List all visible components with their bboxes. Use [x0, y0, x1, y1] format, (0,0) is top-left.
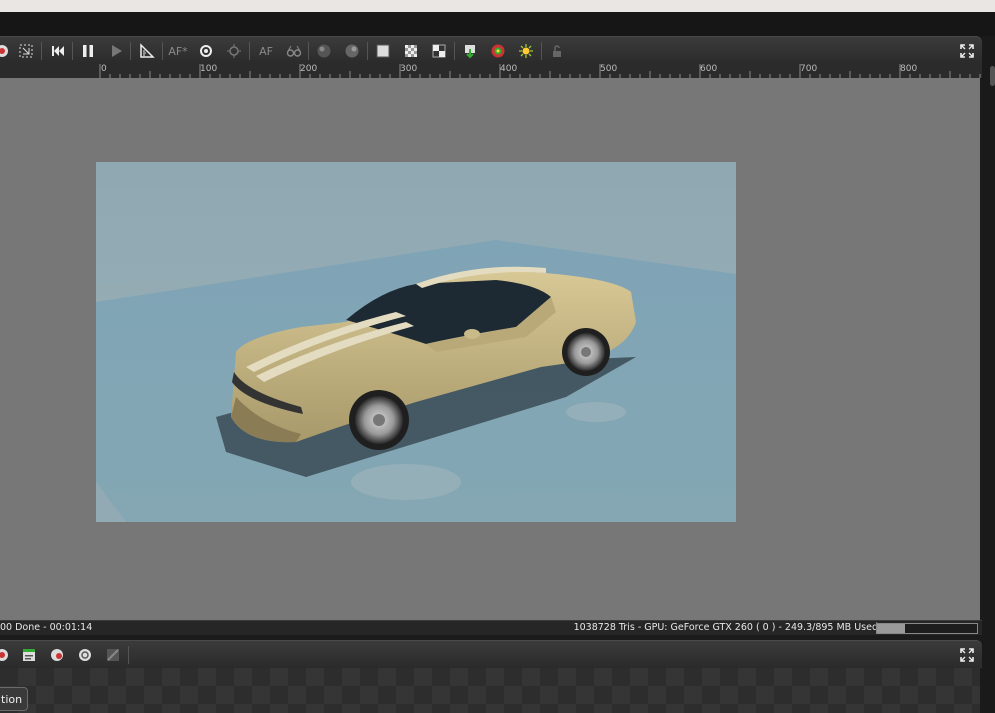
- horizontal-ruler: 0 100 200 300 400 500 600 700 800: [0, 64, 982, 79]
- ruler-label: 300: [400, 64, 418, 74]
- sun-icon[interactable]: [516, 41, 536, 61]
- viewer-toolbar: AF* AF: [0, 36, 982, 66]
- ruler-label: 400: [500, 64, 518, 74]
- pause-icon[interactable]: [78, 41, 98, 61]
- ruler-label: 700: [800, 64, 818, 74]
- right-panel-edge: [982, 36, 995, 713]
- af-star-toggle[interactable]: AF*: [168, 41, 188, 61]
- af-star-label: AF*: [168, 44, 188, 58]
- af-toggle[interactable]: AF: [256, 41, 276, 61]
- lower-toolbar: [0, 640, 982, 670]
- node-editor-area[interactable]: [0, 668, 980, 713]
- sphere-dark-icon[interactable]: [314, 41, 334, 61]
- scrollbar-thumb[interactable]: [990, 66, 995, 86]
- render-progress-text: 00 Done - 00:01:14: [0, 622, 93, 633]
- alpha-icon[interactable]: [429, 41, 449, 61]
- render-icon[interactable]: [0, 645, 12, 665]
- memory-usage-bar: [876, 623, 978, 634]
- ruler-label: 0: [101, 64, 107, 74]
- ruler-label: 100: [200, 64, 218, 74]
- maximize-icon[interactable]: [957, 645, 977, 665]
- refresh-icon[interactable]: [196, 41, 216, 61]
- ruler-label: 500: [600, 64, 618, 74]
- region-select-icon[interactable]: [16, 41, 36, 61]
- checker-icon[interactable]: [401, 41, 421, 61]
- af-label: AF: [259, 44, 273, 58]
- material-disabled-icon[interactable]: [103, 645, 123, 665]
- rewind-icon[interactable]: [48, 41, 68, 61]
- memory-usage-fill: [877, 624, 905, 633]
- clapper-icon[interactable]: [19, 645, 39, 665]
- sphere-light-icon[interactable]: [342, 41, 362, 61]
- color-icon[interactable]: [488, 41, 508, 61]
- white-square-icon[interactable]: [373, 41, 393, 61]
- window-top-strip: [0, 0, 995, 12]
- ruler-ticks: [99, 64, 981, 78]
- gpu-info-text: 1038728 Tris - GPU: GeForce GTX 260 ( 0 …: [573, 622, 878, 633]
- ruler-label: 800: [900, 64, 918, 74]
- ruler-icon[interactable]: [137, 41, 157, 61]
- render-viewport[interactable]: [0, 78, 980, 620]
- status-bar: 00 Done - 00:01:14 1038728 Tris - GPU: G…: [0, 620, 982, 635]
- light-icon[interactable]: [224, 41, 244, 61]
- bottom-tab[interactable]: tion: [0, 687, 28, 711]
- play-icon[interactable]: [106, 41, 126, 61]
- render-icon[interactable]: [0, 41, 12, 61]
- title-bar: [0, 12, 995, 38]
- ruler-label: 200: [300, 64, 318, 74]
- import-icon[interactable]: [460, 41, 480, 61]
- material-icon[interactable]: [47, 645, 67, 665]
- ruler-label: 600: [700, 64, 718, 74]
- glasses-icon[interactable]: [284, 41, 304, 61]
- sphere-icon[interactable]: [75, 645, 95, 665]
- maximize-icon[interactable]: [957, 41, 977, 61]
- rendered-image: [96, 162, 736, 522]
- lock-icon[interactable]: [547, 41, 567, 61]
